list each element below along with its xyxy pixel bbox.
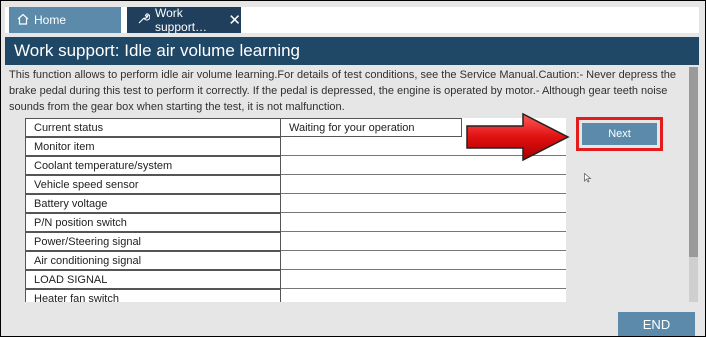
row-value [281, 232, 566, 251]
table-row: Vehicle speed sensor [25, 175, 566, 194]
row-value: Waiting for your operation [281, 118, 462, 137]
window-frame: Home Work support… ✕ Work support: Idle … [0, 0, 706, 337]
row-value [281, 213, 566, 232]
row-value [281, 175, 566, 194]
description-text: This function allows to perform idle air… [9, 69, 677, 113]
table-row: Battery voltage [25, 194, 566, 213]
row-label: Current status [25, 118, 281, 137]
tab-home[interactable]: Home [9, 7, 121, 33]
tab-work-support[interactable]: Work support… ✕ [125, 6, 241, 34]
row-value [281, 251, 566, 270]
row-label: LOAD SIGNAL [25, 270, 281, 289]
row-label: P/N position switch [25, 213, 281, 232]
row-label: Power/Steering signal [25, 232, 281, 251]
mouse-cursor-icon [584, 173, 592, 183]
row-value [281, 289, 566, 302]
row-value [281, 270, 566, 289]
row-value [281, 194, 566, 213]
wrench-icon [137, 12, 155, 28]
table-row: LOAD SIGNAL [25, 270, 566, 289]
row-label: Monitor item [25, 137, 281, 156]
tab-home-label: Home [34, 13, 67, 27]
table-row: Power/Steering signal [25, 232, 566, 251]
row-label: Vehicle speed sensor [25, 175, 281, 194]
table-row: Heater fan switch [25, 289, 566, 302]
row-label: Heater fan switch [25, 289, 281, 302]
footer-bar [1, 302, 705, 336]
close-icon[interactable]: ✕ [228, 13, 241, 28]
row-label: Coolant temperature/system [25, 156, 281, 175]
tab-bar: Home Work support… ✕ [5, 6, 699, 34]
next-button[interactable]: Next [582, 123, 657, 145]
table-row: P/N position switch [25, 213, 566, 232]
page-title: Work support: Idle air volume learning [5, 37, 699, 65]
table-row: Air conditioning signal [25, 251, 566, 270]
tab-work-support-label: Work support… [155, 6, 208, 34]
vertical-scrollbar[interactable] [689, 67, 698, 302]
home-icon [17, 13, 34, 28]
row-label: Air conditioning signal [25, 251, 281, 270]
end-button[interactable]: END [618, 312, 695, 336]
scrollbar-thumb[interactable] [689, 67, 698, 257]
red-arrow-icon [466, 112, 570, 162]
row-label: Battery voltage [25, 194, 281, 213]
